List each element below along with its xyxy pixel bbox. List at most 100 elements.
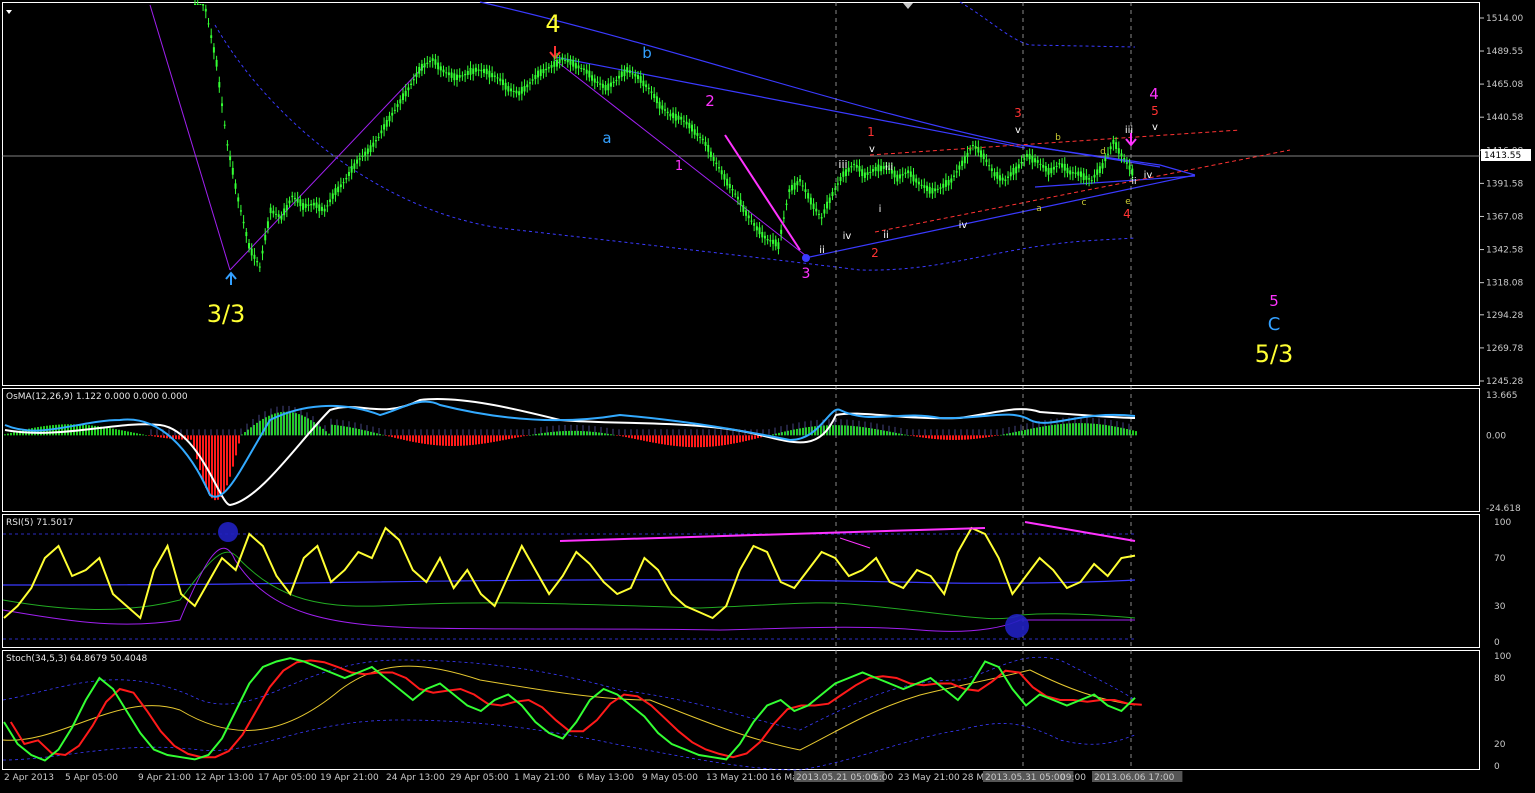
price-candle-body [836, 183, 839, 185]
osma-bar [190, 435, 192, 440]
price-candle-body [582, 68, 585, 70]
price-candle-body [456, 74, 459, 81]
osma-bar [961, 435, 963, 440]
osma-bar [1045, 425, 1047, 436]
osma-bar [1000, 434, 1002, 436]
price-candle-body [734, 193, 737, 195]
x-axis-tick: 6 May 13:00 [578, 773, 634, 783]
x-axis-tick: 2013.05.31 05:00 [985, 773, 1066, 783]
wave-label: iii [1125, 125, 1133, 136]
price-candle-body [842, 171, 845, 177]
price-candle-body [920, 184, 923, 186]
osma-bar [883, 430, 885, 436]
osma-bar [574, 430, 576, 436]
osma-bar [481, 435, 483, 444]
rsi-y-tick: 30 [1494, 602, 1506, 612]
price-candle-body [1104, 158, 1107, 162]
price-candle-body [242, 221, 245, 224]
price-candle-body [326, 205, 329, 207]
osma-bar [205, 435, 207, 488]
price-candle-body [564, 59, 567, 61]
stoch-y-tick: 20 [1494, 740, 1506, 750]
rsi-highlight-bottom [1005, 614, 1029, 638]
osma-bar [451, 435, 453, 446]
price-candle-body [801, 185, 804, 187]
osma-bar [886, 431, 888, 436]
price-candle-body [1063, 163, 1066, 171]
price-candle-body [982, 153, 985, 160]
osma-bar [706, 435, 708, 447]
price-candle-body [1031, 155, 1034, 163]
price-candle-body [477, 69, 480, 71]
price-candle-body [966, 152, 969, 157]
price-candle-body [742, 205, 745, 212]
osma-bar [394, 435, 396, 438]
osma-bar [1006, 433, 1008, 436]
osma-bar [1099, 424, 1101, 436]
osma-bar [214, 435, 216, 501]
osma-bar [676, 435, 678, 447]
price-candle-body [615, 80, 618, 82]
price-candle-body [337, 186, 340, 193]
low-marker-icon [802, 254, 810, 262]
price-candle-body [196, 4, 199, 5]
osma-bar [535, 434, 537, 436]
price-candle-body [442, 69, 445, 73]
price-candle-body [585, 69, 588, 74]
price-candle-body [1098, 166, 1101, 174]
price-candle-body [320, 206, 323, 211]
price-candle-body [823, 209, 826, 214]
wave-label: 3 [802, 266, 811, 282]
price-candle-body [623, 69, 626, 77]
price-candle-body [380, 130, 383, 134]
osma-bar [517, 435, 519, 438]
osma-bar [565, 430, 567, 436]
price-candle-body [939, 187, 942, 189]
price-candle-body [1131, 168, 1134, 176]
price-candle-body [434, 59, 437, 65]
osma-bar [1123, 428, 1125, 436]
price-candle-body [310, 203, 313, 206]
osma-bar [1090, 423, 1092, 436]
price-candle-body [499, 78, 502, 82]
osma-bar [730, 435, 732, 445]
price-candle-body [388, 115, 391, 122]
osma-bar [187, 435, 189, 440]
price-candle-body [847, 167, 850, 172]
osma-bar [1030, 428, 1032, 436]
osma-bar [505, 435, 507, 440]
price-candle-body [202, 4, 205, 6]
price-candle-body [277, 214, 280, 217]
price-candle-body [566, 59, 569, 63]
x-axis-tick: 5:00 [873, 773, 893, 783]
price-candle-body [788, 189, 791, 192]
price-candle-body [942, 183, 945, 188]
stoch-title: Stoch(34,5,3) 64.8679 50.4048 [6, 654, 147, 664]
x-axis-tick: 5 Apr 05:00 [65, 773, 118, 783]
price-candle-body [669, 113, 672, 117]
osma-bar [1102, 424, 1104, 436]
price-candle-body [680, 116, 683, 120]
wave-label: 2 [705, 92, 715, 110]
osma-y-tick: -24.618 [1486, 504, 1521, 514]
price-candle-body [961, 160, 964, 167]
price-candle-body [699, 136, 702, 138]
price-candle-body [826, 201, 829, 209]
price-candle-body [501, 79, 504, 86]
osma-bar [430, 435, 432, 445]
osma-bar [154, 435, 156, 437]
osma-bar [838, 425, 840, 436]
osma-bar [658, 435, 660, 444]
osma-bar [106, 427, 108, 436]
price-candle-body [934, 188, 937, 192]
price-candle-body [574, 63, 577, 69]
time-x-axis: 2 Apr 2013 5 Apr 05:00 9 Apr 21:00 12 Apr 1… [4, 771, 1183, 783]
osma-bar [748, 435, 750, 441]
osma-bar [1057, 424, 1059, 436]
osma-bar [400, 435, 402, 440]
osma-bar [802, 427, 804, 436]
price-candle-body [450, 72, 453, 78]
osma-bar [358, 429, 360, 436]
osma-bar [940, 435, 942, 440]
osma-bar [514, 435, 516, 438]
